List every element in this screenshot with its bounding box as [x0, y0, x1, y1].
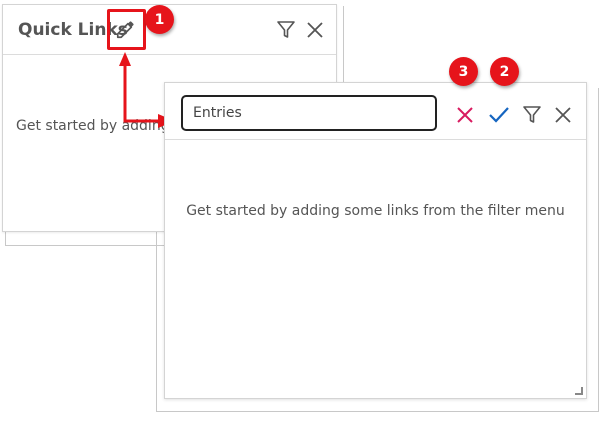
- filter-icon[interactable]: [276, 20, 296, 40]
- close-icon[interactable]: [306, 21, 324, 39]
- resize-handle[interactable]: [575, 387, 583, 395]
- callout-label-2: 2: [499, 63, 510, 80]
- callout-badge-3: 3: [449, 57, 478, 86]
- callout-label-1: 1: [154, 11, 165, 28]
- callout-badge-1: 1: [145, 5, 174, 34]
- empty-state-text: Get started by adding some links from th…: [186, 203, 565, 219]
- close-icon[interactable]: [554, 106, 572, 124]
- empty-state-text: Get started by adding: [16, 118, 170, 134]
- callout-label-3: 3: [458, 63, 469, 80]
- callout-badge-2: 2: [490, 57, 519, 86]
- confirm-check-icon[interactable]: [488, 106, 510, 124]
- editing-widget: Get started by adding some links from th…: [164, 82, 587, 399]
- pencil-highlight-box: [107, 9, 146, 50]
- filter-icon[interactable]: [522, 105, 542, 125]
- widget-name-input[interactable]: [181, 95, 437, 131]
- cancel-x-icon[interactable]: [456, 106, 474, 124]
- editing-header: [165, 83, 586, 140]
